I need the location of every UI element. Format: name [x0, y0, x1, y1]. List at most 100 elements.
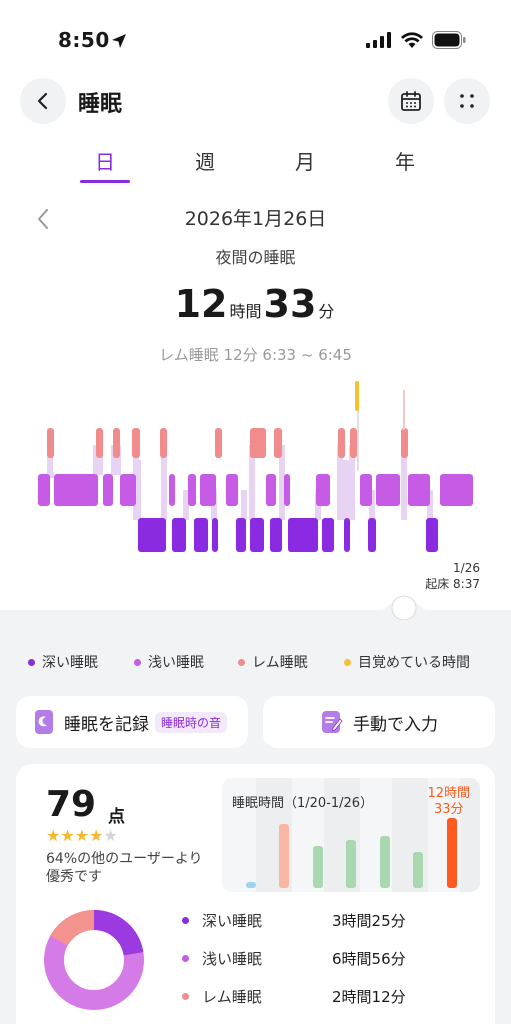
donut-rem	[50, 910, 95, 946]
rem-segment	[274, 428, 282, 458]
light-sleep-segments	[38, 474, 473, 506]
more-dots-icon	[460, 94, 474, 108]
stage-name: 浅い睡眠	[202, 950, 263, 968]
rem-segment	[113, 428, 120, 458]
stage-value: 6時間56分	[332, 950, 406, 968]
score-unit: 点	[108, 807, 125, 827]
weekly-chart-title: 睡眠時間（1/20-1/26）	[232, 796, 374, 811]
light-segment	[38, 474, 50, 506]
legend-dot	[134, 658, 141, 666]
stage-donut-chart	[44, 910, 144, 1010]
tab-week[interactable]: 週	[175, 146, 235, 175]
more-options-button[interactable]	[444, 78, 490, 124]
rem-segment	[96, 428, 103, 458]
light-segment	[440, 474, 473, 506]
back-button[interactable]	[20, 78, 66, 124]
hours-unit: 時間	[229, 302, 262, 321]
deep-segment	[194, 518, 208, 552]
star-empty-icon: ★	[103, 826, 118, 845]
score-stars: ★★★★★	[46, 826, 118, 845]
sleep-stage-chart[interactable]	[0, 370, 511, 570]
total-sleep-duration: 12 時間33 分	[0, 282, 511, 326]
deep-segment	[344, 518, 350, 552]
tab-month[interactable]: 月	[275, 146, 335, 175]
legend-awake: 目覚めている時間	[344, 652, 470, 672]
rem-segment	[401, 428, 408, 458]
stage-dot	[182, 993, 189, 1000]
deep-segment	[322, 518, 334, 552]
stage-legend: 深い睡眠 浅い睡眠 レム睡眠 目覚めている時間	[0, 652, 511, 674]
weekly-bar	[413, 852, 423, 888]
legend-light: 浅い睡眠	[134, 652, 204, 672]
light-segment	[376, 474, 400, 506]
header: 睡眠	[0, 78, 511, 124]
light-segment	[226, 474, 238, 506]
weekly-bar	[313, 846, 323, 888]
deep-segment	[426, 518, 438, 552]
rem-segment	[215, 428, 222, 458]
deep-segment	[236, 518, 246, 552]
rem-segment	[47, 428, 54, 458]
status-time: 8:50	[58, 28, 110, 52]
current-date: 2026年1月26日	[184, 208, 327, 230]
legend-dot	[28, 658, 35, 666]
light-segment	[284, 474, 290, 506]
stage-name: レム睡眠	[202, 988, 262, 1006]
deep-segment	[270, 518, 282, 552]
record-sleep-button[interactable]: 睡眠を記録 睡眠時の音	[16, 696, 248, 748]
light-segment	[169, 474, 175, 506]
timeline-scrubber-handle[interactable]	[379, 584, 429, 624]
deep-segment	[172, 518, 186, 552]
weekly-value-hours: 12時間	[427, 786, 470, 801]
weekly-bar	[279, 824, 289, 888]
minutes-unit: 分	[318, 302, 335, 321]
weekly-bar	[380, 836, 390, 888]
total-hours: 12	[174, 282, 228, 326]
light-segment	[200, 474, 216, 506]
sleep-summary-card[interactable]: 79 点 ★★★★★ 64%の他のユーザーより優秀です 睡眠時間（1/20-1/…	[16, 764, 495, 1024]
active-tab-indicator	[80, 180, 130, 183]
stage-value: 2時間12分	[332, 988, 406, 1006]
tab-year[interactable]: 年	[375, 146, 435, 175]
deep-segment	[250, 518, 264, 552]
calendar-button[interactable]	[388, 78, 434, 124]
top-panel: 8:50 睡眠 日 週 月 年 2026年1月26日 夜間の睡眠 12 時間33 分…	[0, 0, 511, 610]
legend-dot	[238, 658, 245, 666]
tab-day[interactable]: 日	[75, 146, 135, 175]
rem-segment	[250, 428, 266, 458]
light-segment	[316, 474, 330, 506]
rem-segment	[350, 428, 357, 458]
legend-label: レム睡眠	[252, 655, 308, 671]
light-segment	[266, 474, 276, 506]
legend-label: 目覚めている時間	[358, 655, 470, 671]
battery-icon	[432, 31, 466, 49]
wifi-icon	[401, 32, 423, 48]
section-title: 夜間の睡眠	[215, 248, 296, 267]
awake-guide-line	[357, 411, 359, 471]
stage-row-light: 浅い睡眠 6時間56分	[182, 948, 482, 972]
stage-row-rem: レム睡眠 2時間12分	[182, 986, 482, 1010]
weekly-bar	[246, 882, 256, 888]
record-sleep-label: 睡眠を記録	[64, 714, 149, 735]
legend-rem: レム睡眠	[238, 652, 308, 672]
rem-segment	[338, 428, 345, 458]
sleep-sound-tag: 睡眠時の音	[155, 711, 228, 733]
stage-row-deep: 深い睡眠 3時間25分	[182, 910, 482, 934]
manual-entry-button[interactable]: 手動で入力	[263, 696, 495, 748]
weekly-bar	[346, 840, 356, 888]
stage-dot	[182, 955, 189, 962]
date-navigator: 2026年1月26日	[0, 204, 511, 234]
weekly-sleep-chart[interactable]: 睡眠時間（1/20-1/26） 12時間 33分	[222, 778, 480, 892]
location-arrow-icon	[112, 34, 126, 48]
star-filled-icon: ★	[60, 826, 75, 845]
weekly-bar	[447, 818, 457, 888]
light-segment	[360, 474, 372, 506]
star-filled-icon: ★	[46, 826, 61, 845]
light-segment	[103, 474, 113, 506]
page-title: 睡眠	[78, 92, 123, 117]
stage-name: 深い睡眠	[202, 912, 263, 930]
manual-entry-label: 手動で入力	[353, 714, 438, 735]
deep-segment	[288, 518, 318, 552]
donut-deep	[93, 910, 144, 956]
star-filled-icon: ★	[74, 826, 90, 845]
